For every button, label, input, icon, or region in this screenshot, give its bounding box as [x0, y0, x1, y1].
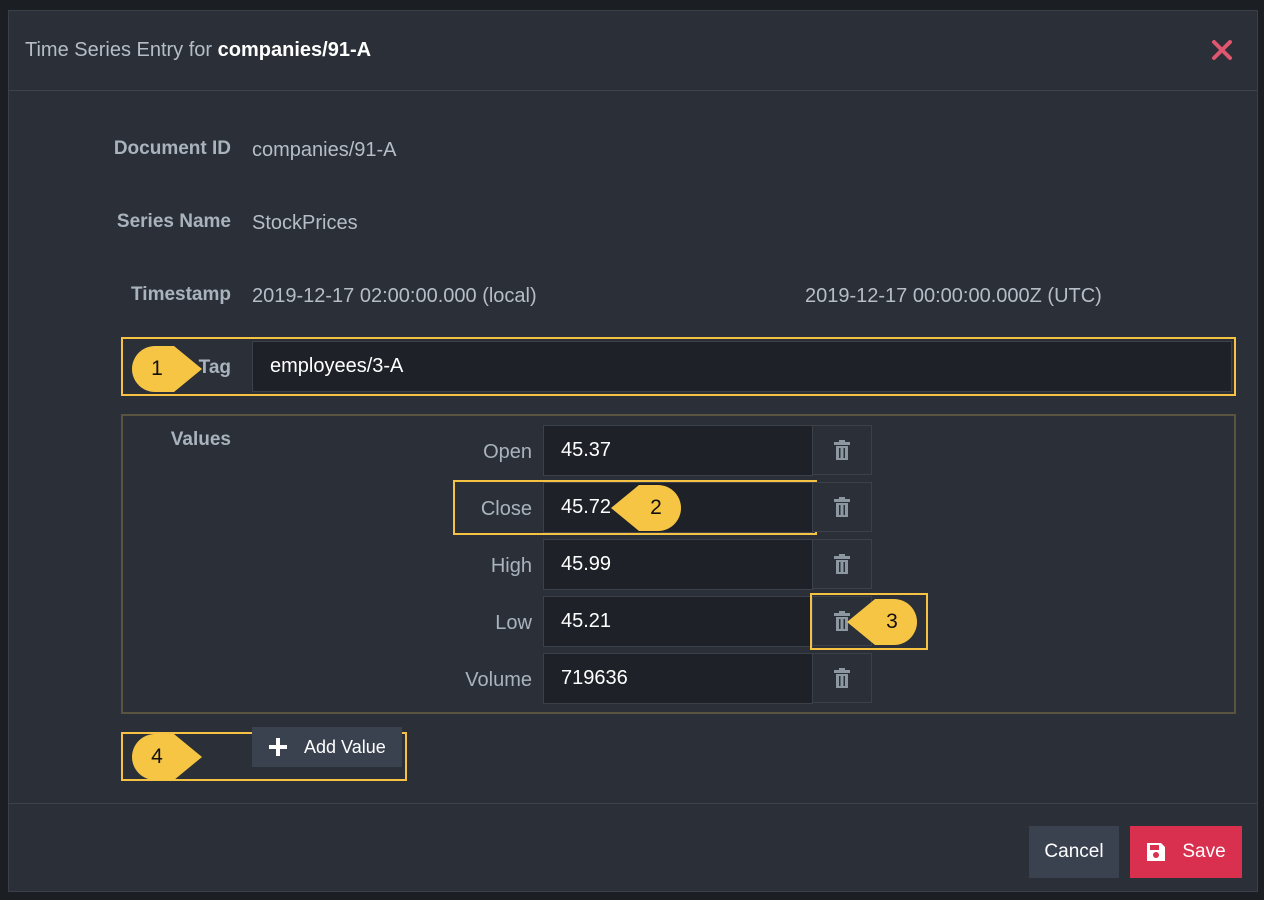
delete-value-button-open[interactable]	[812, 425, 872, 475]
value-name-low: Low	[495, 612, 532, 634]
value-input-low[interactable]: 45.21	[543, 596, 813, 647]
callout-1: 1	[132, 346, 202, 392]
value-name-close: Close	[480, 498, 532, 520]
callout-1-number: 1	[151, 357, 163, 380]
timestamp-label: Timestamp	[131, 284, 231, 305]
callout-3: 3	[847, 599, 917, 645]
dialog-header: Time Series Entry for companies/91-A	[9, 11, 1257, 91]
timestamp-utc: 2019-12-17 00:00:00.000Z (UTC)	[805, 285, 1102, 307]
cancel-label: Cancel	[1044, 841, 1104, 862]
value-input-volume[interactable]: 719636	[543, 653, 813, 704]
cancel-button[interactable]: Cancel	[1029, 826, 1119, 878]
callout-4: 4	[132, 734, 202, 780]
save-label: Save	[1182, 841, 1226, 862]
callout-2: 2	[611, 485, 681, 531]
trash-icon	[834, 554, 850, 574]
values-label: Values	[170, 429, 231, 450]
close-icon	[1212, 40, 1232, 60]
value-input-high[interactable]: 45.99	[543, 539, 813, 590]
value-name-high: High	[490, 555, 532, 577]
footer-divider	[9, 803, 1257, 804]
callout-2-number: 2	[650, 496, 662, 519]
time-series-dialog: Time Series Entry for companies/91-A Doc…	[8, 10, 1258, 892]
dialog-title: Time Series Entry for companies/91-A	[25, 39, 371, 62]
tag-input[interactable]: employees/3-A	[252, 341, 1232, 392]
delete-value-button-close[interactable]	[812, 482, 872, 532]
document-id-value: companies/91-A	[252, 139, 397, 161]
callout-4-number: 4	[151, 745, 163, 768]
add-value-button[interactable]: Add Value	[252, 727, 402, 767]
trash-icon	[834, 668, 850, 688]
dialog-title-prefix: Time Series Entry for	[25, 39, 213, 61]
add-value-label: Add Value	[304, 736, 386, 757]
trash-icon	[834, 497, 850, 517]
series-name-label: Series Name	[116, 211, 231, 232]
value-name-volume: Volume	[465, 669, 532, 691]
trash-icon	[834, 440, 850, 460]
plus-icon	[269, 738, 287, 756]
close-button[interactable]	[1209, 37, 1235, 63]
delete-value-button-volume[interactable]	[812, 653, 872, 703]
save-icon	[1147, 843, 1166, 861]
dialog-title-document: companies/91-A	[217, 39, 372, 61]
timestamp-local: 2019-12-17 02:00:00.000 (local)	[252, 285, 537, 307]
value-name-open: Open	[483, 441, 532, 463]
document-id-label: Document ID	[113, 138, 231, 159]
callout-3-number: 3	[886, 610, 898, 633]
save-button[interactable]: Save	[1130, 826, 1242, 878]
series-name-value: StockPrices	[252, 212, 358, 234]
delete-value-button-high[interactable]	[812, 539, 872, 589]
value-input-open[interactable]: 45.37	[543, 425, 813, 476]
